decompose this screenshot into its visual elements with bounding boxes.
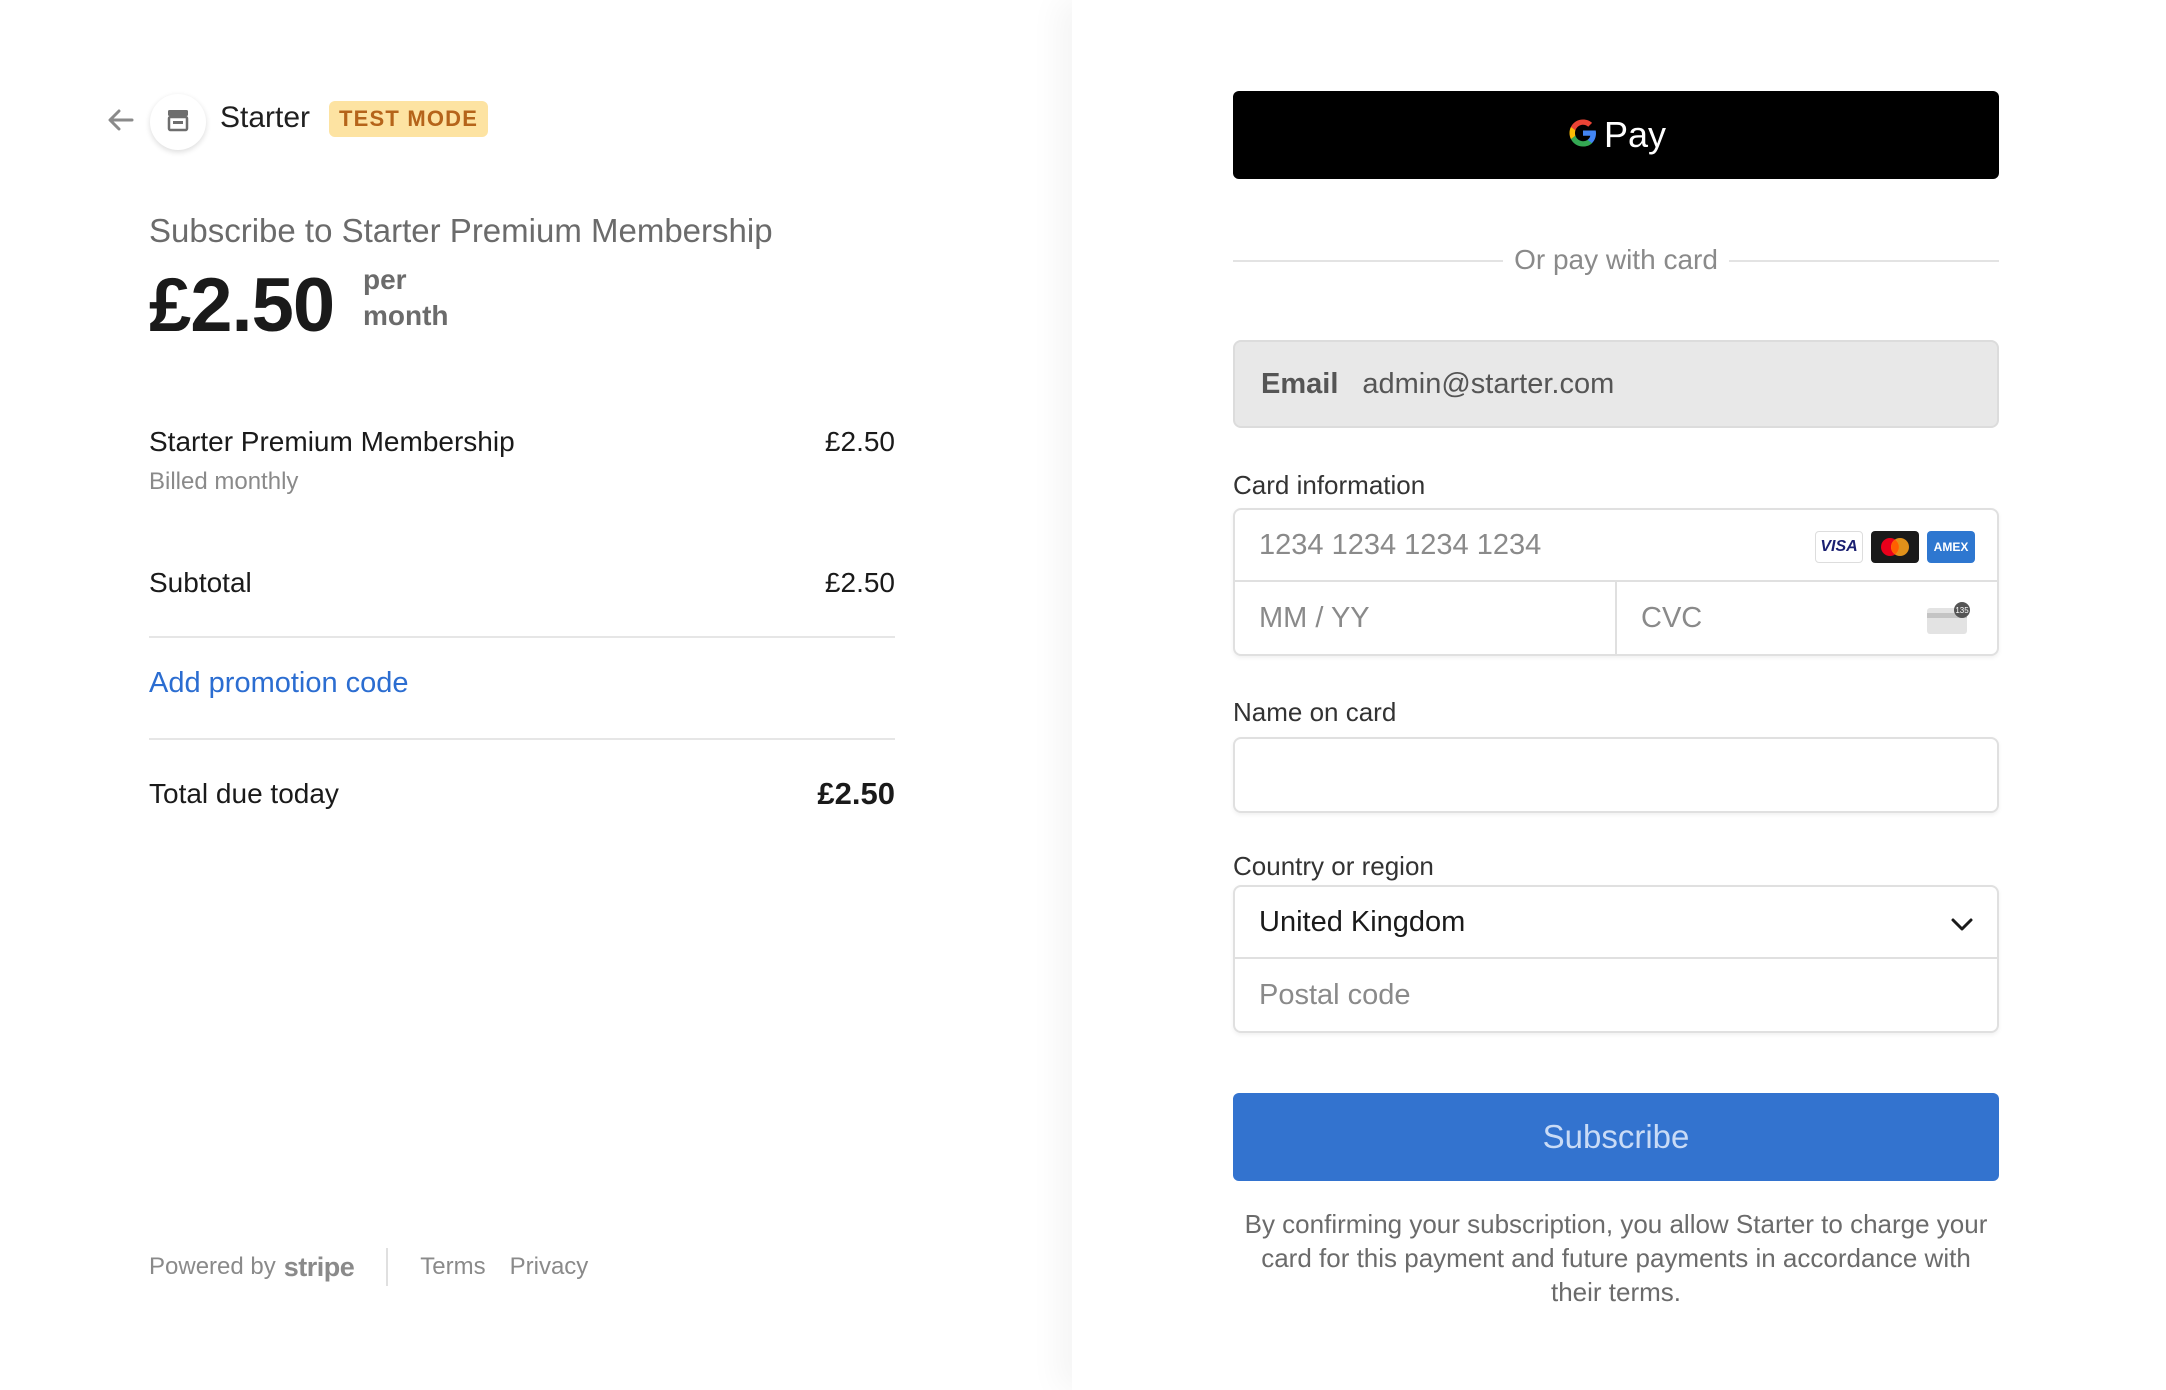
order-summary-panel: Starter TEST MODE Subscribe to Starter P…: [0, 0, 1072, 1390]
subscription-title: Subscribe to Starter Premium Membership: [149, 212, 773, 249]
total-amount: £2.50: [817, 776, 895, 811]
period-line-1: per: [363, 264, 407, 295]
footer: Powered by stripe Terms Privacy: [149, 1248, 612, 1286]
test-mode-badge: TEST MODE: [329, 101, 489, 137]
billing-period: per month: [363, 262, 449, 334]
card-number-input[interactable]: 1234 1234 1234 1234 VISA AMEX: [1235, 510, 1997, 582]
line-item-billing: Billed monthly: [149, 468, 299, 495]
divider: [149, 738, 895, 740]
price-amount: £2.50: [149, 263, 335, 348]
back-arrow-icon[interactable]: [104, 103, 138, 137]
visa-icon: VISA: [1815, 531, 1863, 563]
card-information-group: 1234 1234 1234 1234 VISA AMEX MM / YY CV…: [1233, 508, 1999, 656]
card-number-placeholder: 1234 1234 1234 1234: [1259, 528, 1542, 561]
legal-text: By confirming your subscription, you all…: [1244, 1209, 1988, 1307]
postal-code-input[interactable]: Postal code: [1235, 959, 1997, 1031]
period-line-2: month: [363, 300, 449, 331]
amex-icon: AMEX: [1927, 531, 1975, 563]
cvc-input[interactable]: CVC 135: [1617, 582, 1997, 654]
name-on-card-input[interactable]: [1233, 737, 1999, 813]
or-pay-with-card-text: Or pay with card: [1514, 244, 1718, 275]
country-label: Country or region: [1233, 851, 1434, 881]
country-value: United Kingdom: [1259, 905, 1466, 938]
divider: [149, 636, 895, 638]
payment-panel: [1072, 0, 2166, 1390]
expiry-placeholder: MM / YY: [1259, 601, 1370, 634]
privacy-link[interactable]: Privacy: [510, 1253, 589, 1281]
total-label: Total due today: [149, 778, 339, 809]
cvc-placeholder: CVC: [1641, 601, 1703, 634]
total-row: Total due today £2.50: [149, 776, 895, 812]
chevron-down-icon: [1949, 911, 1975, 944]
google-pay-label: Pay: [1603, 114, 1667, 155]
svg-text:135: 135: [1955, 606, 1969, 615]
subtotal-amount: £2.50: [824, 567, 895, 598]
card-brands: VISA AMEX: [1815, 531, 1975, 563]
email-value: admin@starter.com: [1362, 367, 1615, 400]
subtotal-row: Subtotal £2.50: [149, 567, 895, 599]
card-information-label: Card information: [1233, 470, 1426, 500]
powered-by-text: Powered by: [149, 1253, 276, 1280]
card-cvc-icon: 135: [1925, 602, 1973, 644]
line-item-name: Starter Premium Membership: [149, 426, 515, 457]
country-select[interactable]: United Kingdom: [1235, 887, 1997, 959]
merchant-name: Starter: [220, 101, 311, 134]
subtotal-label: Subtotal: [149, 567, 252, 598]
merchant-logo: [150, 94, 206, 150]
email-label: Email: [1261, 367, 1339, 400]
mastercard-icon: [1871, 531, 1919, 563]
expiry-input[interactable]: MM / YY: [1235, 582, 1617, 654]
email-field[interactable]: Email admin@starter.com: [1233, 340, 1999, 428]
footer-divider: [386, 1248, 389, 1286]
subscribe-button[interactable]: Subscribe: [1233, 1093, 1999, 1181]
stripe-logo[interactable]: stripe: [284, 1252, 355, 1283]
google-pay-button[interactable]: Pay: [1233, 91, 1999, 179]
line-item-amount: £2.50: [824, 426, 895, 457]
name-on-card-label: Name on card: [1233, 697, 1397, 727]
store-icon: [165, 107, 191, 138]
address-group: United Kingdom Postal code: [1233, 885, 1999, 1033]
postal-code-placeholder: Postal code: [1259, 978, 1411, 1011]
add-promotion-code-link[interactable]: Add promotion code: [149, 667, 409, 700]
line-item: Starter Premium Membership £2.50: [149, 426, 895, 458]
google-g-icon: [1566, 116, 1600, 155]
terms-link[interactable]: Terms: [420, 1253, 485, 1281]
